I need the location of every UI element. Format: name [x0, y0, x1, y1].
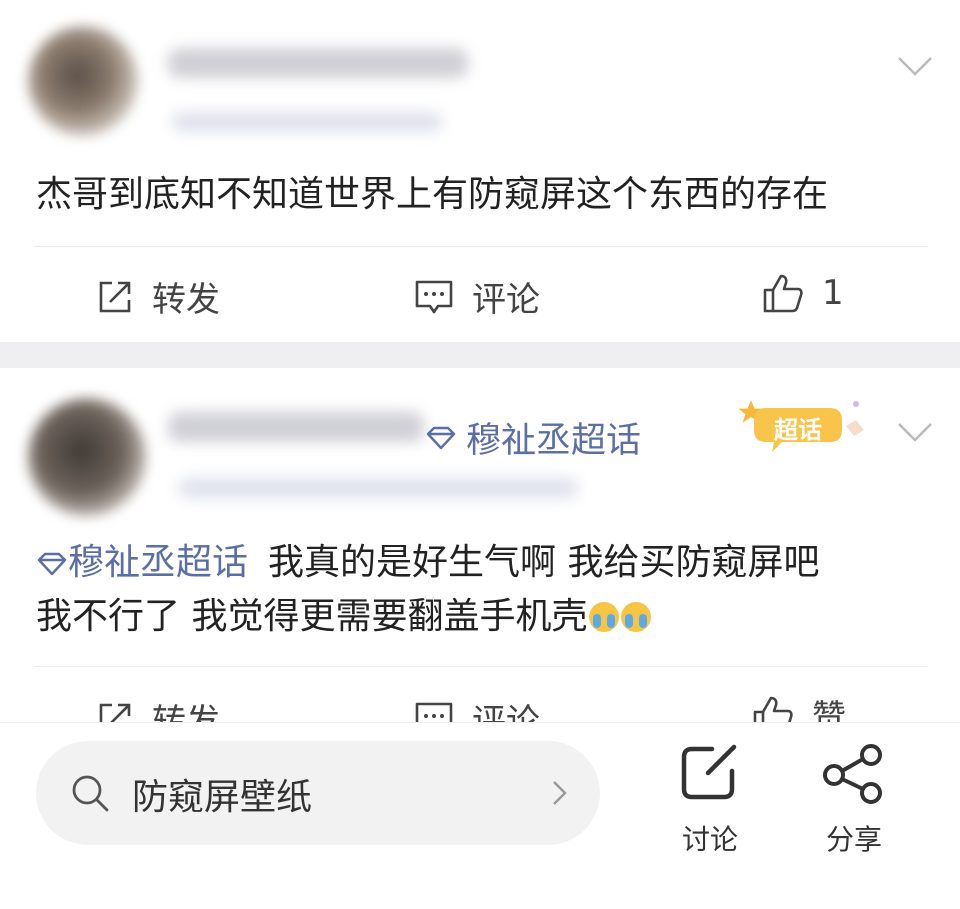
avatar[interactable]	[28, 26, 138, 136]
crying-emoji-icon	[621, 602, 652, 632]
inline-topic-label: 穆祉丞超话	[68, 542, 249, 583]
feed-separator	[0, 342, 960, 368]
discuss-button[interactable]: 讨论	[672, 743, 748, 858]
repost-icon	[99, 281, 131, 312]
edit-icon	[681, 744, 737, 800]
comment-button[interactable]: 评论	[414, 272, 540, 321]
like-button[interactable]: 1	[762, 272, 844, 314]
share-icon	[823, 744, 882, 804]
post-meta-blurred	[172, 112, 442, 132]
search-icon	[72, 775, 109, 812]
post-meta-blurred	[178, 478, 578, 498]
post-card-2: 穆祉丞超话 超话 穆祉丞超话 我真的是好生气啊 我给买防窥屏吧 我不行了 我觉得更…	[0, 368, 960, 742]
chevron-down-icon[interactable]	[896, 414, 934, 452]
post-text-line-1: 穆祉丞超话 我真的是好生气啊 我给买防窥屏吧	[36, 538, 819, 588]
post-card-1: 杰哥到底知不知道世界上有防窥屏这个东西的存在 转发 评论 1	[0, 0, 960, 342]
repost-label: 转发	[152, 280, 220, 320]
bottom-bar: 防窥屏壁纸 讨论 分享	[0, 722, 960, 909]
username-blurred[interactable]	[168, 48, 468, 78]
search-input[interactable]: 防窥屏壁纸	[36, 741, 600, 845]
super-topic-badge[interactable]: 超话	[738, 396, 868, 456]
inline-topic[interactable]: 穆祉丞超话	[36, 542, 248, 583]
like-count: 1	[822, 273, 844, 313]
discuss-label: 讨论	[681, 823, 738, 856]
topic-chip-label: 穆祉丞超话	[466, 421, 642, 461]
diamond-icon	[37, 552, 67, 576]
topic-chip[interactable]: 穆祉丞超话	[426, 412, 641, 463]
avatar[interactable]	[28, 398, 146, 516]
post-text: 杰哥到底知不知道世界上有防窥屏这个东西的存在	[36, 174, 829, 215]
divider	[34, 246, 928, 247]
comment-label: 评论	[472, 280, 540, 320]
share-button[interactable]: 分享	[818, 743, 890, 858]
search-query: 防窥屏壁纸	[132, 777, 313, 818]
username-blurred[interactable]	[168, 412, 424, 442]
chevron-right-icon	[553, 781, 567, 805]
post-text-line-2: 我不行了 我觉得更需要翻盖手机壳	[36, 592, 652, 642]
chevron-down-icon[interactable]	[896, 48, 934, 86]
badge-label: 超话	[774, 416, 822, 444]
share-label: 分享	[825, 823, 882, 856]
diamond-icon	[426, 426, 456, 449]
comment-icon	[415, 280, 453, 313]
repost-button[interactable]: 转发	[96, 272, 220, 321]
divider	[34, 666, 928, 667]
post-text: 我真的是好生气啊 我给买防窥屏吧	[268, 542, 820, 583]
post-text: 我不行了 我觉得更需要翻盖手机壳	[36, 596, 588, 637]
crying-emoji-icon	[589, 602, 620, 632]
thumbs-up-icon	[763, 274, 803, 313]
